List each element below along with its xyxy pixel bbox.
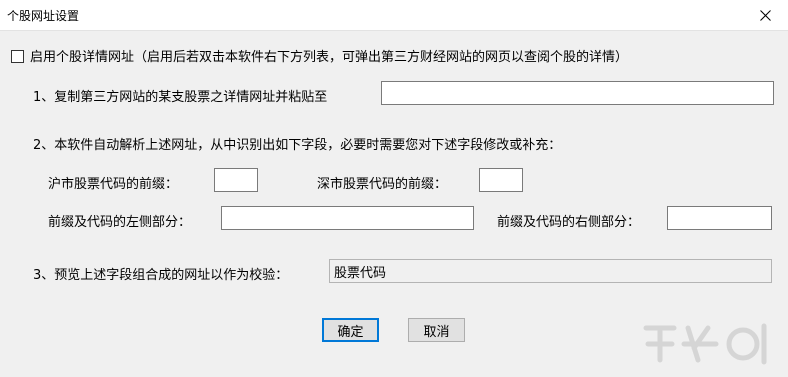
cancel-button[interactable]: 取消 — [408, 318, 465, 342]
detail-url-input[interactable] — [381, 81, 774, 105]
window-title: 个股网址设置 — [7, 9, 80, 23]
step3-label: 3、预览上述字段组合成的网址以作为校验： — [33, 268, 289, 283]
right-part-input[interactable] — [667, 206, 772, 230]
right-part-label: 前缀及代码的右侧部分： — [497, 215, 641, 230]
step1-label: 1、复制第三方网站的某支股票之详情网址并粘贴至 — [33, 90, 328, 105]
sz-prefix-input[interactable] — [479, 168, 523, 192]
enable-detail-url-checkbox[interactable] — [11, 50, 24, 63]
enable-detail-url-label: 启用个股详情网址（启用后若双击本软件右下方列表，可弹出第三方财经网站的网页以查阅… — [30, 50, 629, 65]
close-button[interactable] — [742, 0, 788, 30]
sh-prefix-label: 沪市股票代码的前缀： — [48, 177, 179, 192]
close-icon — [759, 9, 771, 21]
left-part-input[interactable] — [221, 206, 474, 230]
ok-button[interactable]: 确定 — [322, 318, 379, 342]
sh-prefix-input[interactable] — [214, 168, 258, 192]
step2-label: 2、本软件自动解析上述网址，从中识别出如下字段，必要时需要您对下述字段修改或补充… — [33, 138, 562, 153]
watermark-logo — [643, 323, 767, 365]
url-preview-field: 股票代码 — [329, 259, 772, 283]
sz-prefix-label: 深市股票代码的前缀： — [317, 177, 448, 192]
title-bar: 个股网址设置 — [0, 0, 788, 30]
left-part-label: 前缀及代码的左侧部分： — [48, 215, 192, 230]
